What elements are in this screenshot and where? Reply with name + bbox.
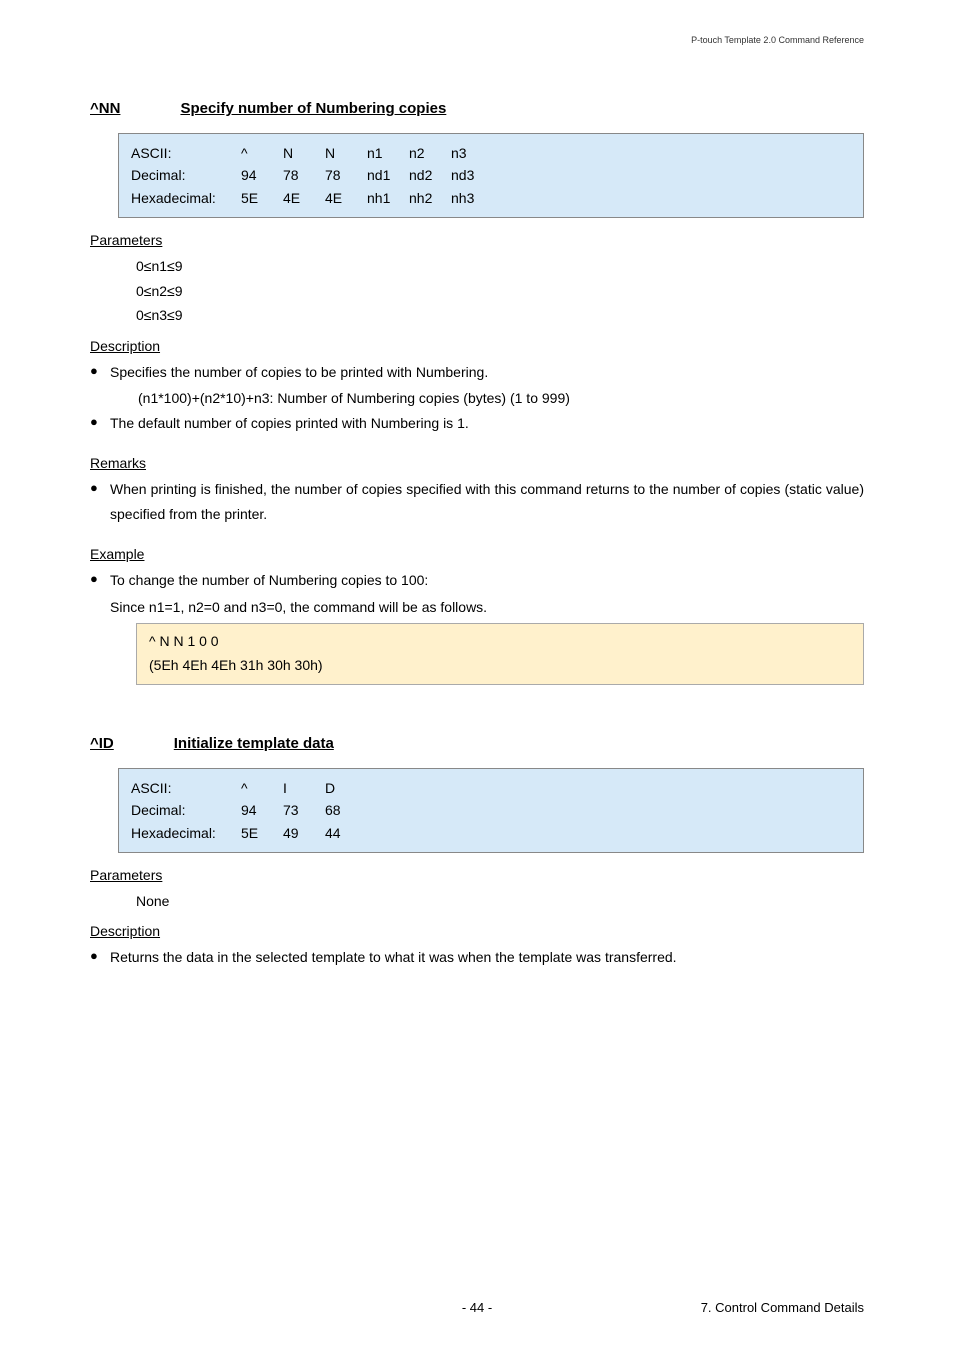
table-cell: 4E <box>283 187 325 209</box>
bullet-icon: ● <box>90 360 110 383</box>
table-cell: I <box>283 777 325 799</box>
table-cell: 49 <box>283 822 325 844</box>
parameters-heading: Parameters <box>90 232 864 248</box>
table-cell: 68 <box>325 799 367 821</box>
table-cell: N <box>283 142 325 164</box>
example-line2: (5Eh 4Eh 4Eh 31h 30h 30h) <box>149 654 851 678</box>
code-table-nn: ASCII: ^ N N n1 n2 n3 Decimal: 94 78 78 … <box>118 133 864 218</box>
desc-subtext: (n1*100)+(n2*10)+n3: Number of Numbering… <box>138 386 864 411</box>
param-none: None <box>136 889 864 914</box>
bullet-icon: ● <box>90 945 110 968</box>
param-line: 0≤n1≤9 <box>136 254 864 279</box>
table-cell: 94 <box>241 799 283 821</box>
table-cell: ^ <box>241 142 283 164</box>
hex-label: Hexadecimal: <box>131 187 241 209</box>
table-cell: nh3 <box>451 187 493 209</box>
ascii-row: ASCII: ^ N N n1 n2 n3 <box>131 142 851 164</box>
table-cell: 78 <box>325 164 367 186</box>
ascii-label: ASCII: <box>131 777 241 799</box>
desc-text-id: Returns the data in the selected templat… <box>110 945 864 970</box>
table-cell: 73 <box>283 799 325 821</box>
heading-nn: ^NN Specify number of Numbering copies <box>90 100 864 117</box>
decimal-label: Decimal: <box>131 164 241 186</box>
ascii-row: ASCII: ^ I D <box>131 777 851 799</box>
example-box: ^ N N 1 0 0 (5Eh 4Eh 4Eh 31h 30h 30h) <box>136 623 864 685</box>
desc-text: Specifies the number of copies to be pri… <box>110 360 864 385</box>
table-cell: nd2 <box>409 164 451 186</box>
cmd-title-id: Initialize template data <box>174 735 334 752</box>
example-heading: Example <box>90 546 864 562</box>
description-heading: Description <box>90 338 864 354</box>
hex-row: Hexadecimal: 5E 49 44 <box>131 822 851 844</box>
bullet-icon: ● <box>90 477 110 500</box>
table-cell: n1 <box>367 142 409 164</box>
cmd-code-id: ^ID <box>90 735 114 752</box>
table-cell: D <box>325 777 367 799</box>
table-cell: n3 <box>451 142 493 164</box>
table-cell: 44 <box>325 822 367 844</box>
desc-text: The default number of copies printed wit… <box>110 411 864 436</box>
footer-chapter: 7. Control Command Details <box>701 1300 864 1315</box>
example-text: To change the number of Numbering copies… <box>110 568 864 593</box>
heading-id: ^ID Initialize template data <box>90 735 864 752</box>
table-cell: 5E <box>241 187 283 209</box>
bullet-icon: ● <box>90 411 110 434</box>
hex-row: Hexadecimal: 5E 4E 4E nh1 nh2 nh3 <box>131 187 851 209</box>
table-cell: n2 <box>409 142 451 164</box>
remarks-heading: Remarks <box>90 455 864 471</box>
decimal-row: Decimal: 94 73 68 <box>131 799 851 821</box>
table-cell: 5E <box>241 822 283 844</box>
decimal-label: Decimal: <box>131 799 241 821</box>
doc-header-title: P-touch Template 2.0 Command Reference <box>691 35 864 45</box>
bullet-icon: ● <box>90 568 110 591</box>
remarks-text: When printing is finished, the number of… <box>110 477 864 526</box>
table-cell: 94 <box>241 164 283 186</box>
table-cell: ^ <box>241 777 283 799</box>
decimal-row: Decimal: 94 78 78 nd1 nd2 nd3 <box>131 164 851 186</box>
ascii-label: ASCII: <box>131 142 241 164</box>
cmd-title-nn: Specify number of Numbering copies <box>180 100 446 117</box>
param-line: 0≤n2≤9 <box>136 279 864 304</box>
table-cell: 4E <box>325 187 367 209</box>
example-since: Since n1=1, n2=0 and n3=0, the command w… <box>110 595 864 620</box>
hex-label: Hexadecimal: <box>131 822 241 844</box>
table-cell: nh1 <box>367 187 409 209</box>
cmd-code-nn: ^NN <box>90 100 120 117</box>
table-cell: 78 <box>283 164 325 186</box>
description-heading-id: Description <box>90 923 864 939</box>
example-line1: ^ N N 1 0 0 <box>149 630 851 654</box>
table-cell: N <box>325 142 367 164</box>
parameters-heading-id: Parameters <box>90 867 864 883</box>
param-line: 0≤n3≤9 <box>136 303 864 328</box>
code-table-id: ASCII: ^ I D Decimal: 94 73 68 Hexadecim… <box>118 768 864 853</box>
table-cell: nd1 <box>367 164 409 186</box>
table-cell: nd3 <box>451 164 493 186</box>
table-cell: nh2 <box>409 187 451 209</box>
